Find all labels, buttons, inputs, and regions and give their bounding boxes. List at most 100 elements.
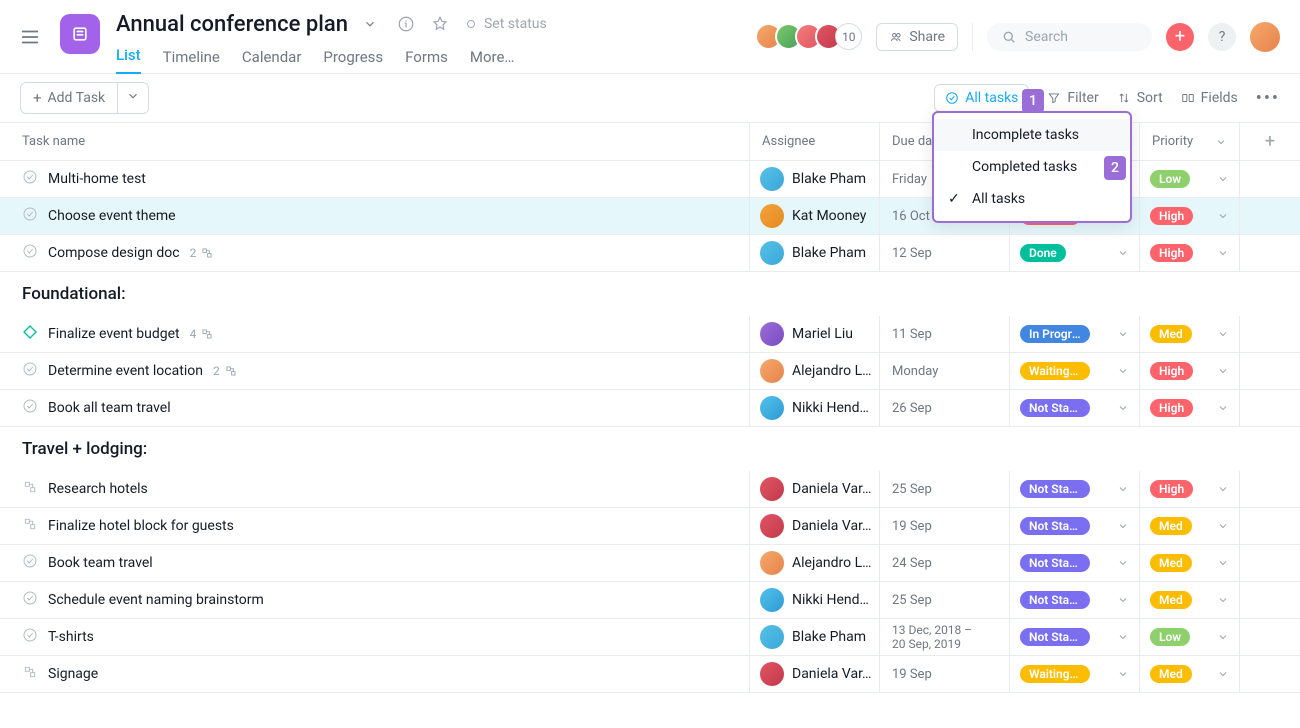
task-row[interactable]: Book team travelAlejandro L…24 SepNot St… — [0, 545, 1300, 582]
info-icon[interactable] — [394, 12, 418, 36]
add-column-button[interactable]: + — [1240, 131, 1300, 152]
chevron-down-icon[interactable] — [1217, 328, 1229, 340]
chevron-down-icon[interactable] — [1117, 328, 1129, 340]
priority-cell[interactable]: High — [1140, 353, 1240, 389]
chevron-down-icon[interactable] — [1217, 483, 1229, 495]
chevron-down-icon[interactable] — [1217, 631, 1229, 643]
status-cell[interactable]: Not Start… — [1010, 582, 1140, 618]
tab-progress[interactable]: Progress — [323, 48, 383, 74]
task-complete-icon[interactable] — [22, 553, 38, 573]
filter-option-incomplete-tasks[interactable]: Incomplete tasks — [934, 119, 1130, 151]
task-row[interactable]: Schedule event naming brainstorm Nikki He… — [0, 582, 1300, 619]
task-name[interactable]: Finalize event budget — [48, 326, 180, 342]
tab-calendar[interactable]: Calendar — [242, 48, 302, 74]
status-cell[interactable]: Done — [1010, 235, 1140, 271]
due-date-cell[interactable]: 19 Sep — [880, 508, 1010, 544]
sort-button[interactable]: Sort — [1117, 90, 1163, 106]
task-complete-icon[interactable] — [22, 206, 38, 226]
add-task-button[interactable]: + Add Task — [20, 82, 118, 114]
due-date-cell[interactable]: 19 Sep — [880, 656, 1010, 692]
status-cell[interactable]: Waiting o… — [1010, 353, 1140, 389]
chevron-down-icon[interactable] — [1117, 668, 1129, 680]
task-row[interactable]: Finalize hotel block for guests Daniela V… — [0, 508, 1300, 545]
task-name[interactable]: Finalize hotel block for guests — [48, 518, 234, 534]
due-date-cell[interactable]: 26 Sep — [880, 390, 1010, 426]
project-icon[interactable] — [60, 14, 100, 54]
task-name[interactable]: T-shirts — [48, 629, 94, 645]
priority-cell[interactable]: Low — [1140, 619, 1240, 655]
sidebar-toggle[interactable] — [0, 0, 60, 73]
filter-button[interactable]: Filter — [1047, 90, 1098, 106]
task-row[interactable]: Book all team travel Nikki Hend…26 SepNot… — [0, 390, 1300, 427]
due-date-cell[interactable]: Monday — [880, 353, 1010, 389]
due-date-cell[interactable]: 11 Sep — [880, 316, 1010, 352]
assignee-cell[interactable]: Mariel Liu — [750, 316, 880, 352]
task-complete-icon[interactable] — [22, 324, 38, 344]
col-header-name[interactable]: Task name — [0, 123, 750, 160]
task-complete-icon[interactable] — [22, 590, 38, 610]
more-actions-button[interactable]: ••• — [1256, 88, 1280, 109]
tab-timeline[interactable]: Timeline — [163, 48, 220, 74]
filter-option-all-tasks[interactable]: ✓All tasks — [934, 183, 1130, 215]
chevron-down-icon[interactable] — [1117, 247, 1129, 259]
subtask-count[interactable]: 2 — [190, 246, 215, 260]
chevron-down-icon[interactable] — [1117, 520, 1129, 532]
task-row[interactable]: Research hotelsDaniela Var…25 SepNot Sta… — [0, 471, 1300, 508]
due-date-cell[interactable]: 12 Sep — [880, 235, 1010, 271]
assignee-cell[interactable]: Nikki Hend… — [750, 390, 880, 426]
task-complete-icon[interactable] — [22, 361, 38, 381]
priority-cell[interactable]: Med — [1140, 508, 1240, 544]
chevron-down-icon[interactable] — [1117, 483, 1129, 495]
task-complete-icon[interactable] — [22, 627, 38, 647]
assignee-cell[interactable]: Daniela Var… — [750, 508, 880, 544]
priority-cell[interactable]: High — [1140, 198, 1240, 234]
priority-cell[interactable]: Med — [1140, 545, 1240, 581]
task-name[interactable]: Multi-home test — [48, 171, 146, 187]
chevron-down-icon[interactable] — [1217, 520, 1229, 532]
due-date-cell[interactable]: 24 Sep — [880, 545, 1010, 581]
search-input[interactable]: Search — [987, 23, 1152, 51]
filter-option-completed-tasks[interactable]: Completed tasks — [934, 151, 1130, 183]
chevron-down-icon[interactable] — [1217, 210, 1229, 222]
task-complete-icon[interactable] — [22, 516, 38, 536]
due-date-cell[interactable]: 25 Sep — [880, 471, 1010, 507]
assignee-cell[interactable]: Kat Mooney — [750, 198, 880, 234]
priority-cell[interactable]: Low — [1140, 161, 1240, 197]
chevron-down-icon[interactable] — [1217, 173, 1229, 185]
fields-button[interactable]: Fields — [1181, 90, 1238, 106]
task-complete-icon[interactable] — [22, 243, 38, 263]
task-complete-icon[interactable] — [22, 664, 38, 684]
chevron-down-icon[interactable] — [1117, 365, 1129, 377]
status-cell[interactable]: Not Start… — [1010, 508, 1140, 544]
member-count[interactable]: 10 — [835, 23, 862, 50]
status-cell[interactable]: Waiting o… — [1010, 656, 1140, 692]
priority-cell[interactable]: High — [1140, 390, 1240, 426]
set-status-button[interactable]: Set status — [464, 16, 547, 32]
due-date-cell[interactable]: 25 Sep — [880, 582, 1010, 618]
chevron-down-icon[interactable] — [1217, 247, 1229, 259]
task-name[interactable]: Book all team travel — [48, 400, 171, 416]
chevron-down-icon[interactable] — [1217, 365, 1229, 377]
chevron-down-icon[interactable] — [1217, 402, 1229, 414]
chevron-down-icon[interactable] — [1117, 594, 1129, 606]
assignee-cell[interactable]: Blake Pham — [750, 161, 880, 197]
assignee-cell[interactable]: Daniela Var… — [750, 471, 880, 507]
assignee-cell[interactable]: Alejandro L… — [750, 545, 880, 581]
star-icon[interactable] — [428, 12, 452, 36]
task-name[interactable]: Compose design doc — [48, 245, 180, 261]
project-menu-button[interactable] — [356, 10, 384, 38]
member-avatars[interactable]: 10 — [762, 23, 862, 50]
due-date-cell[interactable]: 13 Dec, 2018 –20 Sep, 2019 — [880, 619, 1010, 655]
assignee-cell[interactable]: Nikki Hend… — [750, 582, 880, 618]
task-row[interactable]: Finalize event budget4Mariel Liu11 SepIn… — [0, 316, 1300, 353]
status-cell[interactable]: In Progre… — [1010, 316, 1140, 352]
priority-cell[interactable]: Med — [1140, 316, 1240, 352]
chevron-down-icon[interactable] — [1217, 557, 1229, 569]
task-complete-icon[interactable] — [22, 398, 38, 418]
chevron-down-icon[interactable] — [1217, 668, 1229, 680]
assignee-cell[interactable]: Blake Pham — [750, 235, 880, 271]
task-name[interactable]: Schedule event naming brainstorm — [48, 592, 264, 608]
status-cell[interactable]: Not Start… — [1010, 471, 1140, 507]
tab-forms[interactable]: Forms — [405, 48, 448, 74]
status-cell[interactable]: Not Start… — [1010, 390, 1140, 426]
